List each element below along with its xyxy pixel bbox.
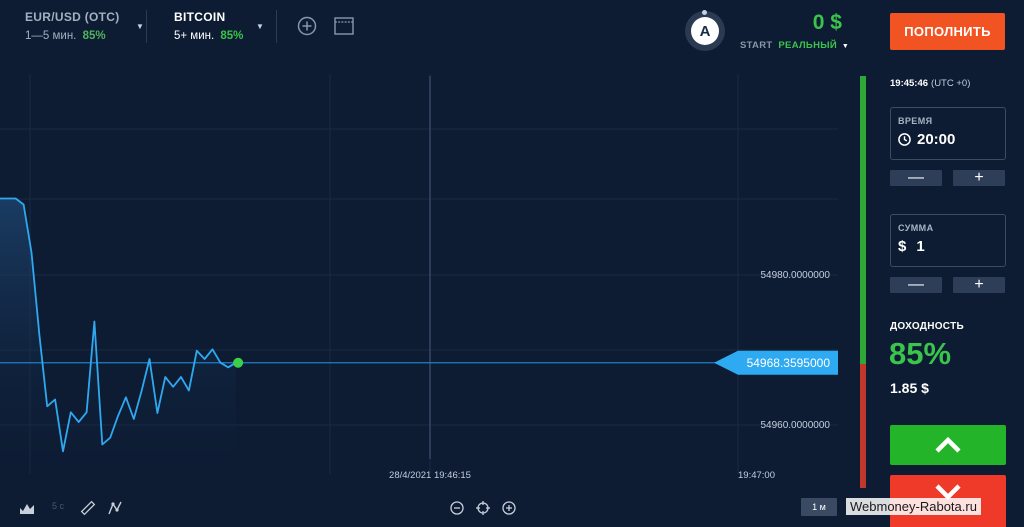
layout-icon xyxy=(334,17,354,35)
x-tick-label: 19:47:00 xyxy=(738,470,775,481)
asset-meta: 1—5 мин. 85% xyxy=(25,30,145,42)
yield-label: ДОХОДНОСТЬ xyxy=(890,321,964,332)
time-plus-button[interactable]: + xyxy=(953,170,1005,186)
sentiment-bar-down xyxy=(860,364,866,488)
asset-time: 1—5 мин. xyxy=(25,30,77,42)
field-value: 20:00 xyxy=(898,131,955,148)
trade-panel: 19:45:46 (UTC +0) ВРЕМЯ 20:00 — + СУММА $… xyxy=(872,64,1024,527)
area-chart-icon xyxy=(20,503,34,514)
caret-down-icon: ▼ xyxy=(841,43,850,50)
zoom-out-button[interactable] xyxy=(448,500,466,516)
trading-app: EUR/USD (OTC) 1—5 мин. 85% ▼ BITCOIN 5+ … xyxy=(0,0,1024,527)
amount-field[interactable]: СУММА $ 1 xyxy=(890,214,1006,267)
yield-percent: 85% xyxy=(889,336,952,371)
server-time-value: 19:45:46 xyxy=(890,78,929,89)
y-tick-label: 54960.0000000 xyxy=(760,420,830,431)
expiry-time-field[interactable]: ВРЕМЯ 20:00 xyxy=(890,107,1006,160)
field-label: ВРЕМЯ xyxy=(898,116,933,126)
yield-amount: 1.85 $ xyxy=(890,380,929,396)
account-type: РЕАЛЬНЫЙ xyxy=(778,40,837,51)
asset-meta: 5+ мин. 85% xyxy=(174,30,274,42)
account-label: START xyxy=(740,40,773,51)
top-bar: EUR/USD (OTC) 1—5 мин. 85% ▼ BITCOIN 5+ … xyxy=(0,0,872,64)
chart-canvas: 54980.0000000 54960.0000000 54968.3595000 2… xyxy=(0,74,866,488)
chevron-up-icon xyxy=(935,436,961,453)
price-area xyxy=(0,198,237,474)
balance-value: 0 $ xyxy=(812,11,842,34)
server-time: 19:45:46 (UTC +0) xyxy=(890,78,970,89)
layout-button[interactable] xyxy=(334,17,354,35)
time-minus-button[interactable]: — xyxy=(890,170,942,186)
field-value: $ 1 xyxy=(898,238,925,255)
caret-down-icon[interactable]: ▼ xyxy=(136,22,144,31)
asset-time: 5+ мин. xyxy=(174,30,215,42)
ruler-icon xyxy=(80,500,96,516)
zoom-out-icon xyxy=(450,501,464,515)
current-price-label: 54968.3595000 xyxy=(747,356,831,370)
avatar[interactable]: A xyxy=(685,10,725,51)
zoom-in-icon xyxy=(502,501,516,515)
avatar-letter: A xyxy=(691,17,719,45)
currency-symbol: $ xyxy=(898,238,907,255)
up-button[interactable] xyxy=(890,425,1006,465)
divider xyxy=(276,10,277,43)
asset-tab-eurusd[interactable]: EUR/USD (OTC) 1—5 мин. 85% ▼ xyxy=(25,10,145,50)
y-tick-label: 54980.0000000 xyxy=(760,270,830,281)
indicator-icon xyxy=(108,501,122,515)
draw-tool-button[interactable] xyxy=(79,500,97,516)
sentiment-bar-up xyxy=(860,76,866,364)
deposit-button[interactable]: ПОПОЛНИТЬ xyxy=(890,13,1005,50)
asset-tab-bitcoin[interactable]: BITCOIN 5+ мин. 85% ▼ xyxy=(174,10,274,50)
asset-name: EUR/USD (OTC) xyxy=(25,10,120,24)
price-chart[interactable]: 54980.0000000 54960.0000000 54968.3595000 2… xyxy=(0,64,872,494)
clock-icon xyxy=(898,133,911,146)
indicators-button[interactable] xyxy=(106,500,124,516)
add-asset-button[interactable] xyxy=(297,16,317,36)
asset-payout: 85% xyxy=(82,30,106,42)
current-point-marker xyxy=(233,357,244,368)
timezone: (UTC +0) xyxy=(931,78,971,89)
amount-value: 1 xyxy=(916,238,925,255)
period-button[interactable]: 1 м xyxy=(801,498,837,516)
plus-circle-icon xyxy=(297,16,317,36)
crosshair-icon xyxy=(476,501,490,515)
amount-plus-button[interactable]: + xyxy=(953,277,1005,293)
caret-down-icon[interactable]: ▼ xyxy=(256,22,264,31)
asset-payout: 85% xyxy=(220,30,244,42)
chart-toolbar: 5 с 1 м xyxy=(0,494,872,527)
amount-minus-button[interactable]: — xyxy=(890,277,942,293)
time-value: 20:00 xyxy=(917,131,956,148)
watermark: Webmoney-Rabota.ru xyxy=(846,498,981,515)
divider xyxy=(146,10,147,43)
zoom-in-button[interactable] xyxy=(500,500,518,516)
field-label: СУММА xyxy=(898,223,934,233)
x-tick-label: 28/4/2021 19:46:15 xyxy=(389,470,471,481)
status-dot xyxy=(702,10,707,15)
center-button[interactable] xyxy=(474,500,492,516)
chart-type-button[interactable] xyxy=(18,500,36,516)
account-selector[interactable]: START РЕАЛЬНЫЙ ▼ xyxy=(740,40,849,51)
timeframe-button[interactable]: 5 с xyxy=(52,501,64,511)
